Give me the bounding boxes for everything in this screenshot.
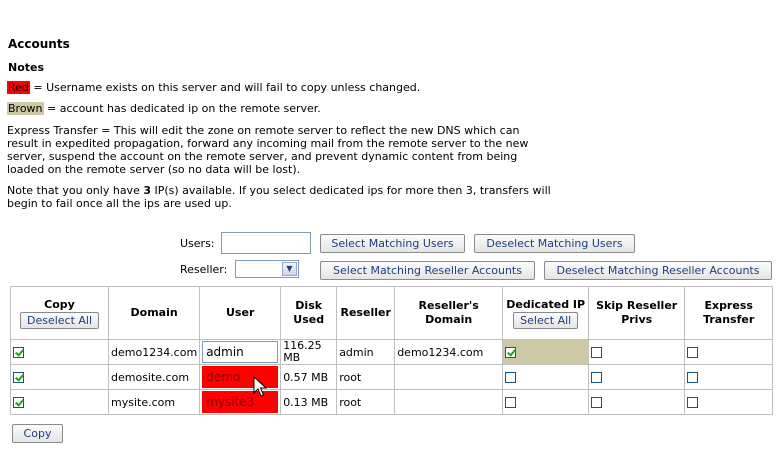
disk-used-cell: 0.57 MB [280, 364, 338, 390]
copy-checkbox[interactable] [13, 347, 24, 358]
domain-cell: mysite.com [107, 389, 201, 415]
reseller-cell: root [336, 389, 396, 415]
brown-note-text: = account has dedicated ip on the remote… [43, 102, 321, 115]
header-resellers-domain: Reseller's Domain [394, 286, 504, 340]
express-note: Express Transfer = This will edit the zo… [7, 124, 529, 176]
mouse-cursor-icon [253, 376, 267, 397]
select-matching-users-button[interactable]: Select Matching Users [320, 234, 465, 253]
disk-used-cell: 0.13 MB [280, 389, 338, 415]
express-transfer-checkbox[interactable] [687, 397, 699, 408]
domain-cell: demosite.com [107, 364, 201, 390]
express-transfer-checkbox[interactable] [687, 347, 699, 358]
red-key: Red [7, 81, 30, 94]
reseller-select[interactable]: ▼ [235, 260, 299, 278]
express-cell [684, 364, 774, 390]
user-cell [199, 364, 282, 390]
dedicated-ip-cell [502, 364, 590, 390]
user-cell [199, 339, 282, 365]
users-input[interactable] [221, 232, 311, 254]
skip-privs-checkbox[interactable] [591, 347, 603, 358]
header-user: User [199, 286, 282, 340]
header-dedicated-ip-label: Dedicated IP [506, 297, 586, 311]
table-row: demosite.com 0.57 MB root [10, 364, 774, 390]
header-reseller: Reseller [336, 286, 396, 340]
reseller-cell: admin [336, 339, 396, 365]
header-dedicated-ip: Dedicated IP Select All [502, 286, 590, 340]
select-all-dedicated-ip-button[interactable]: Select All [513, 311, 579, 329]
notes-title: Notes [8, 61, 45, 74]
chevron-down-icon[interactable]: ▼ [282, 262, 297, 276]
skip-privs-cell [588, 339, 686, 365]
table-header-row: Copy Deselect All Domain User Disk Used … [10, 286, 774, 340]
copy-cell [10, 364, 109, 390]
skip-privs-cell [588, 364, 686, 390]
express-transfer-checkbox[interactable] [687, 372, 699, 383]
ip-count: 3 [143, 184, 151, 197]
header-skip-reseller-privs: Skip Reseller Privs [588, 286, 686, 340]
deselect-matching-users-button[interactable]: Deselect Matching Users [474, 234, 635, 253]
dedicated-ip-cell [502, 389, 590, 415]
ip-note: Note that you only have 3 IP(s) availabl… [7, 184, 552, 210]
header-copy: Copy Deselect All [10, 286, 109, 340]
reseller-domain-cell: demo1234.com [394, 339, 504, 365]
reseller-domain-cell [394, 389, 504, 415]
select-matching-reseller-button[interactable]: Select Matching Reseller Accounts [320, 261, 535, 280]
ip-note-prefix: Note that you only have [7, 184, 144, 197]
page-title: Accounts [8, 37, 70, 51]
dedicated-ip-checkbox[interactable] [505, 372, 517, 383]
reseller-label: Reseller: [180, 263, 228, 276]
red-note-text: = Username exists on this server and wil… [29, 81, 421, 94]
deselect-all-button[interactable]: Deselect All [19, 311, 100, 329]
header-express-transfer: Express Transfer [684, 286, 774, 340]
header-domain: Domain [107, 286, 201, 340]
domain-cell: demo1234.com [107, 339, 201, 365]
brown-key: Brown [7, 102, 44, 115]
deselect-matching-reseller-button[interactable]: Deselect Matching Reseller Accounts [544, 261, 772, 280]
copy-button[interactable]: Copy [12, 424, 63, 443]
dedicated-ip-checkbox[interactable] [505, 397, 517, 408]
disk-used-cell: 116.25 MB [280, 339, 338, 365]
user-input[interactable] [202, 341, 279, 363]
skip-privs-checkbox[interactable] [591, 372, 603, 383]
note-brown: Brown = account has dedicated ip on the … [7, 102, 321, 115]
header-disk-used: Disk Used [280, 286, 338, 340]
copy-cell [10, 389, 109, 415]
reseller-domain-cell [394, 364, 504, 390]
dedicated-ip-checkbox[interactable] [505, 347, 517, 358]
copy-cell [10, 339, 109, 365]
users-label: Users: [180, 237, 215, 250]
copy-checkbox[interactable] [13, 372, 24, 383]
reseller-cell: root [336, 364, 396, 390]
copy-checkbox[interactable] [13, 397, 24, 408]
express-cell [684, 389, 774, 415]
accounts-table: Copy Deselect All Domain User Disk Used … [10, 286, 774, 415]
table-row: demo1234.com 116.25 MB admin demo1234.co… [10, 339, 774, 365]
dedicated-ip-cell [502, 339, 590, 365]
skip-privs-checkbox[interactable] [591, 397, 603, 408]
note-red: Red = Username exists on this server and… [7, 81, 420, 94]
table-row: mysite.com 0.13 MB root [10, 389, 774, 415]
skip-privs-cell [588, 389, 686, 415]
express-cell [684, 339, 774, 365]
user-cell [199, 389, 282, 415]
header-copy-label: Copy [44, 297, 75, 311]
